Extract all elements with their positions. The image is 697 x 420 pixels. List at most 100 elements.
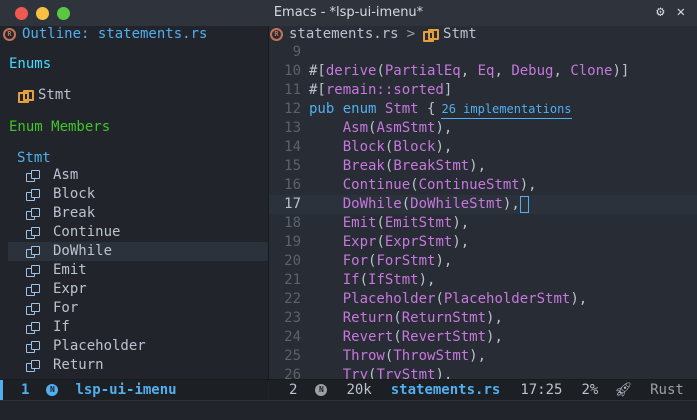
outline-member[interactable]: Emit — [26, 261, 268, 280]
enums-section-label[interactable]: Enums — [9, 56, 51, 72]
code-line[interactable]: 19 Expr(ExprStmt), — [269, 233, 697, 252]
rust-file-icon: R — [270, 28, 283, 41]
rust-logo-icon: R — [3, 28, 16, 41]
text-cursor — [519, 196, 529, 213]
enum-member-icon — [26, 321, 40, 334]
line-number: 19 — [284, 234, 301, 250]
outline-member[interactable]: Continue — [26, 223, 268, 242]
close-button[interactable] — [15, 6, 28, 20]
member-group-label[interactable]: Stmt — [17, 150, 51, 166]
code-line[interactable]: 17 DoWhile(DoWhileStmt), — [269, 195, 697, 214]
outline-member-label: Expr — [53, 281, 87, 297]
code-line[interactable]: 13 Asm(AsmStmt), — [269, 119, 697, 138]
line-number: 23 — [284, 310, 301, 326]
breadcrumb-file[interactable]: statements.rs — [289, 26, 399, 43]
maximize-button[interactable] — [57, 6, 70, 20]
code-line[interactable]: 9 — [269, 43, 697, 62]
outline-member-label: Break — [53, 205, 96, 221]
outline-member-label: Return — [53, 357, 104, 373]
line-number: 9 — [292, 44, 301, 60]
code-text: #[remain::sorted] — [309, 82, 453, 98]
outline-member[interactable]: Placeholder — [26, 337, 268, 356]
outline-member[interactable]: Expr — [26, 280, 268, 299]
implementations-lens[interactable]: 26 implementations — [441, 100, 572, 119]
line-number: 22 — [284, 291, 301, 307]
enum-member-icon — [26, 359, 40, 372]
minimize-button[interactable] — [36, 6, 49, 20]
code-line[interactable]: 18 Emit(EmitStmt), — [269, 214, 697, 233]
active-window-indicator — [0, 380, 3, 400]
code-text: Revert(RevertStmt), — [342, 329, 503, 345]
gear-icon[interactable]: ⚙ — [656, 4, 664, 20]
code-line[interactable]: 25 Throw(ThrowStmt), — [269, 347, 697, 366]
rocket-icon[interactable]: 🚀︎ — [614, 382, 632, 398]
members-list: Asm Block Break Continue DoWhile Emit Expr For I… — [8, 166, 268, 375]
outline-member-label: Asm — [53, 167, 79, 183]
outline-member[interactable]: For — [26, 299, 268, 318]
outline-member[interactable]: Break — [26, 204, 268, 223]
minibuffer[interactable] — [0, 400, 697, 420]
outline-member-label: Continue — [53, 224, 121, 240]
code-text: Continue(ContinueStmt), — [342, 177, 537, 193]
title-bar: Emacs - *lsp-ui-imenu* ⚙ ✕ — [0, 0, 697, 26]
outline-member[interactable]: If — [26, 318, 268, 337]
code-line[interactable]: 11 #[remain::sorted] — [269, 81, 697, 100]
buffer-state-icon: N — [46, 384, 59, 396]
modeline-left: 1 N lsp-ui-imenu — [0, 380, 268, 400]
line-number: 10 — [284, 63, 301, 79]
code-text: Try(TryStmt), — [342, 367, 453, 380]
line-number: 11 — [284, 82, 301, 98]
code-line[interactable]: 23 Return(ReturnStmt), — [269, 309, 697, 328]
close-icon[interactable]: ✕ — [677, 4, 685, 20]
modeline-right: 2 N 20k statements.rs 17:25 2% 🚀︎ Rust — [269, 380, 697, 400]
outline-member[interactable]: Asm — [26, 166, 268, 185]
outline-member[interactable]: Block — [26, 185, 268, 204]
outline-member[interactable]: DoWhile — [8, 242, 268, 261]
code-line[interactable]: 12 pub enum Stmt {26 implementations — [269, 100, 697, 119]
code-line[interactable]: 16 Continue(ContinueStmt), — [269, 176, 697, 195]
code-area[interactable]: 9 10 #[derive(PartialEq, Eq, Debug, Clone)… — [269, 43, 697, 380]
code-text: Throw(ThrowStmt), — [342, 348, 487, 364]
cursor-position: 17:25 — [520, 382, 563, 398]
code-text: Emit(EmitStmt), — [342, 215, 470, 231]
breadcrumb-symbol[interactable]: Stmt — [443, 26, 477, 43]
enum-members-section-label[interactable]: Enum Members — [9, 119, 110, 135]
line-number: 16 — [284, 177, 301, 193]
breadcrumb-separator: > — [406, 26, 416, 42]
outline-member[interactable]: Return — [26, 356, 268, 375]
code-line[interactable]: 15 Break(BreakStmt), — [269, 157, 697, 176]
enum-member-icon — [26, 302, 40, 315]
enum-member-icon — [26, 245, 40, 258]
code-line[interactable]: 10 #[derive(PartialEq, Eq, Debug, Clone)] — [269, 62, 697, 81]
enum-item-label: Stmt — [38, 87, 72, 103]
enum-member-icon — [26, 188, 40, 201]
window-number: 1 — [21, 382, 30, 398]
outline-member-label: Placeholder — [53, 338, 146, 354]
buffer-name[interactable]: statements.rs — [391, 382, 501, 398]
editor-pane[interactable]: R statements.rs > Stmt 9 10 #[derive(Parti… — [269, 26, 697, 380]
code-line[interactable]: 24 Revert(RevertStmt), — [269, 328, 697, 347]
enum-member-icon — [26, 264, 40, 277]
buffer-name[interactable]: lsp-ui-imenu — [75, 382, 176, 398]
code-text: Asm(AsmStmt), — [342, 120, 453, 136]
code-line[interactable]: 22 Placeholder(PlaceholderStmt), — [269, 290, 697, 309]
line-number: 15 — [284, 158, 301, 174]
major-mode[interactable]: Rust — [650, 382, 684, 398]
code-line[interactable]: 21 If(IfStmt), — [269, 271, 697, 290]
line-number: 20 — [284, 253, 301, 269]
buffer-size: 20k — [346, 382, 372, 398]
outline-pane[interactable]: R Outline: statements.rs Enums Stmt Enum… — [0, 26, 268, 380]
code-text: Expr(ExprStmt), — [342, 234, 470, 250]
outline-header: R Outline: statements.rs — [0, 26, 268, 43]
line-number: 24 — [284, 329, 301, 345]
outline-member-label: DoWhile — [53, 243, 113, 259]
code-line[interactable]: 14 Block(Block), — [269, 138, 697, 157]
code-text: pub enum Stmt { — [309, 101, 436, 117]
code-text: Placeholder(PlaceholderStmt), — [342, 291, 588, 307]
enum-item-stmt[interactable]: Stmt — [18, 87, 72, 103]
window-controls — [15, 6, 70, 20]
code-line[interactable]: 20 For(ForStmt), — [269, 252, 697, 271]
code-line[interactable]: 26 Try(TryStmt), — [269, 366, 697, 380]
enum-member-icon — [26, 340, 40, 353]
outline-member-label: For — [53, 300, 79, 316]
